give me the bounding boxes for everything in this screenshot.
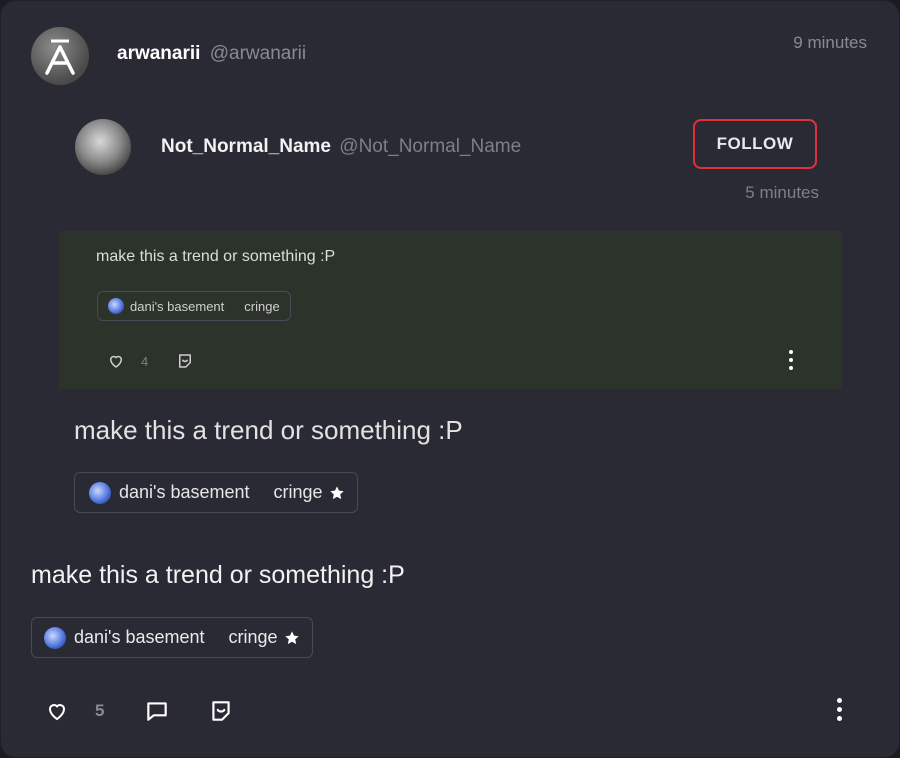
- post-actions: 5: [45, 697, 234, 725]
- author-name-row[interactable]: arwanarii @arwanarii: [117, 43, 306, 65]
- community-icon: [108, 298, 124, 314]
- quoted-more-icon: [789, 350, 793, 370]
- quoted-like-count: 4: [141, 353, 149, 369]
- quoted-author-avatar[interactable]: [75, 119, 131, 175]
- heart-icon: [109, 355, 123, 368]
- author-avatar[interactable]: [31, 27, 89, 85]
- middle-tag-label: cringe: [273, 482, 323, 502]
- comment-icon[interactable]: [144, 698, 170, 724]
- sticker-icon: [179, 354, 192, 368]
- post-tag-chip[interactable]: dani's basement cringe: [31, 617, 313, 658]
- post-timestamp[interactable]: 9 minutes: [793, 33, 867, 53]
- sticker-icon[interactable]: [208, 698, 234, 724]
- author-name[interactable]: arwanarii: [117, 43, 200, 64]
- quoted-timestamp: 5 minutes: [745, 183, 819, 202]
- author-handle[interactable]: @arwanarii: [210, 43, 306, 64]
- quoted-tag-label: cringe: [244, 298, 280, 314]
- avatar-logo-icon: [45, 39, 75, 75]
- quoted-tag-chip: dani's basement cringe: [97, 291, 291, 321]
- like-heart-icon[interactable]: [45, 699, 69, 723]
- star-icon[interactable]: [284, 630, 300, 646]
- quoted-author-name[interactable]: Not_Normal_Name: [161, 136, 331, 157]
- middle-tag-chip: dani's basement cringe: [74, 472, 358, 513]
- star-icon: [329, 485, 344, 499]
- quoted-community-tag: dani's basement: [130, 298, 225, 314]
- community-icon: [44, 626, 66, 649]
- post-community-tag[interactable]: dani's basement: [74, 627, 205, 648]
- post-text: make this a trend or something :P: [31, 561, 405, 589]
- follow-button[interactable]: FOLLOW: [693, 119, 817, 169]
- middle-community-tag: dani's basement: [119, 482, 250, 502]
- quoted-author-row[interactable]: Not_Normal_Name @Not_Normal_Name: [161, 136, 521, 158]
- post-tag-label[interactable]: cringe: [229, 627, 278, 648]
- middle-post-text: make this a trend or something :P: [74, 415, 463, 445]
- more-options-icon[interactable]: [837, 698, 842, 721]
- quoted-author-handle[interactable]: @Not_Normal_Name: [339, 136, 521, 157]
- post-card: arwanarii @arwanarii 9 minutes Not_Norma…: [0, 0, 900, 758]
- community-icon: [89, 481, 111, 504]
- quoted-post-text: make this a trend or something :P: [96, 248, 336, 265]
- quoted-actions: 4: [107, 349, 194, 373]
- like-count: 5: [95, 701, 105, 720]
